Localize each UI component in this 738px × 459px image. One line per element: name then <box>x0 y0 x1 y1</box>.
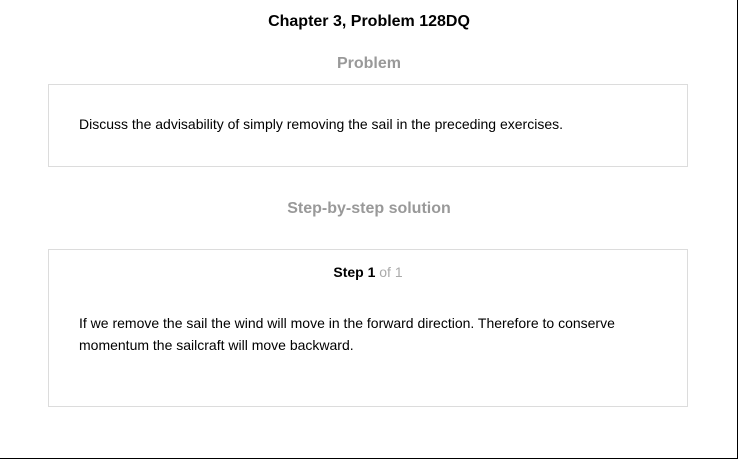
problem-heading: Problem <box>336 55 401 72</box>
problem-box: Discuss the advisability of simply remov… <box>48 84 688 167</box>
page-title: Chapter 3, Problem 128DQ <box>268 13 470 30</box>
step-header: Step 1 of 1 <box>49 263 687 281</box>
step-count: of 1 <box>375 264 403 280</box>
solution-heading: Step-by-step solution <box>287 200 451 217</box>
step-text: If we remove the sail the wind will move… <box>79 315 615 353</box>
problem-text: Discuss the advisability of simply remov… <box>79 116 563 132</box>
step-box: Step 1 of 1 If we remove the sail the wi… <box>48 249 688 407</box>
step-label: Step 1 <box>333 264 376 280</box>
